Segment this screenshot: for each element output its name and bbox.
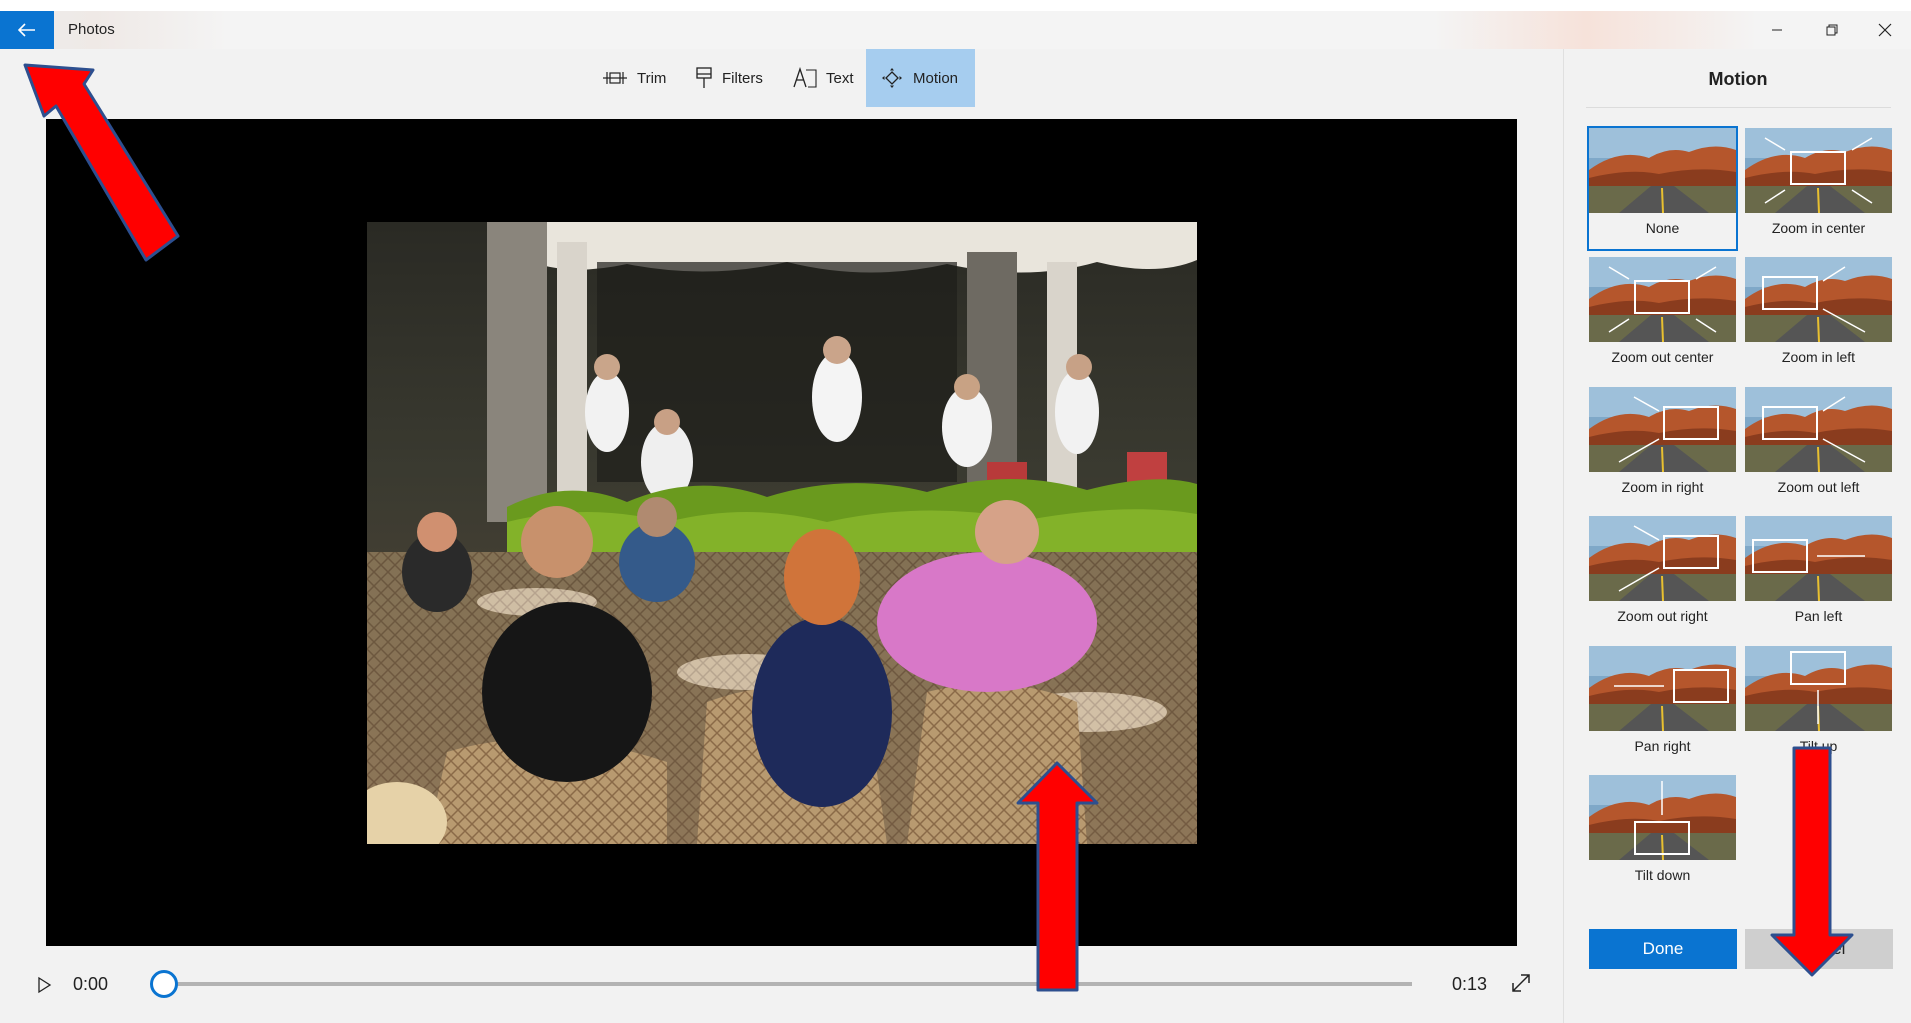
tilt-down-preview-icon — [1589, 775, 1736, 860]
screen-top-strip — [0, 0, 1911, 11]
panel-divider — [1586, 107, 1891, 108]
motion-option-zoom-out-right[interactable]: Zoom out right — [1589, 516, 1736, 637]
video-frame — [367, 222, 1197, 844]
fullscreen-button[interactable] — [1510, 972, 1532, 994]
cancel-button[interactable]: Cancel — [1745, 929, 1893, 969]
current-time: 0:00 — [73, 974, 109, 994]
zoom-out-right-preview-icon — [1589, 516, 1736, 601]
expand-icon — [1512, 974, 1530, 992]
motion-option-label: Zoom in right — [1621, 479, 1704, 495]
motion-option-zoom-out-center[interactable]: Zoom out center — [1589, 257, 1736, 378]
done-button[interactable]: Done — [1589, 929, 1737, 969]
pan-left-preview-icon — [1745, 516, 1892, 601]
motion-thumbnail — [1589, 387, 1736, 472]
text-icon — [793, 67, 817, 88]
motion-thumbnail — [1745, 646, 1892, 731]
filters-tool[interactable]: Filters — [681, 49, 777, 107]
motion-thumbnail — [1589, 775, 1736, 860]
zoom-out-left-preview-icon — [1745, 387, 1892, 472]
filters-icon — [696, 67, 712, 88]
motion-option-label: Zoom out right — [1617, 608, 1708, 624]
motion-option-label: None — [1645, 220, 1680, 236]
motion-option-zoom-in-left[interactable]: Zoom in left — [1745, 257, 1892, 378]
motion-option-zoom-out-left[interactable]: Zoom out left — [1745, 387, 1892, 508]
motion-icon — [882, 68, 902, 88]
text-label: Text — [826, 69, 854, 87]
app-title: Photos — [68, 21, 115, 38]
motion-thumbnail — [1589, 257, 1736, 342]
motion-option-tilt-down[interactable]: Tilt down — [1589, 775, 1736, 896]
motion-thumbnail — [1745, 387, 1892, 472]
motion-thumbnail — [1745, 128, 1892, 213]
motion-option-label: Zoom in center — [1771, 220, 1866, 236]
text-tool[interactable]: Text — [779, 49, 868, 107]
motion-option-label: Tilt up — [1799, 738, 1838, 754]
motion-option-label: Tilt down — [1634, 867, 1691, 883]
panel-title: Motion — [1708, 69, 1768, 89]
tilt-up-preview-icon — [1745, 646, 1892, 731]
trim-tool[interactable]: Trim — [588, 49, 680, 107]
motion-tool[interactable]: Motion — [866, 49, 975, 107]
timeline-track[interactable] — [164, 982, 1412, 986]
motion-option-tilt-up[interactable]: Tilt up — [1745, 646, 1892, 767]
motion-thumbnail — [1589, 646, 1736, 731]
zoom-in-left-preview-icon — [1745, 257, 1892, 342]
motion-option-label: Zoom out center — [1611, 349, 1714, 365]
motion-option-label: Pan right — [1634, 738, 1691, 754]
motion-option-zoom-in-right[interactable]: Zoom in right — [1589, 387, 1736, 508]
motion-option-label: Pan left — [1794, 608, 1843, 624]
motion-thumbnail — [1745, 516, 1892, 601]
play-icon — [38, 976, 52, 994]
motion-thumbnail — [1589, 516, 1736, 601]
timeline-scrubber[interactable] — [150, 970, 178, 998]
minimize-icon — [1771, 29, 1782, 31]
play-button[interactable] — [34, 975, 54, 995]
close-icon — [1878, 23, 1892, 37]
trim-label: Trim — [637, 69, 667, 87]
restore-icon — [1826, 24, 1837, 36]
video-preview[interactable] — [46, 119, 1517, 946]
back-button[interactable] — [0, 11, 54, 49]
motion-option-zoom-in-center[interactable]: Zoom in center — [1745, 128, 1892, 249]
none-preview-icon — [1589, 128, 1736, 213]
editor-toolbar: Trim Filters Text Motion — [0, 49, 1563, 107]
minimize-button[interactable] — [1749, 11, 1804, 49]
filters-label: Filters — [722, 69, 763, 87]
zoom-out-center-preview-icon — [1589, 257, 1736, 342]
pan-right-preview-icon — [1589, 646, 1736, 731]
motion-thumbnail — [1745, 257, 1892, 342]
close-button[interactable] — [1859, 11, 1911, 49]
motion-option-label: Zoom in left — [1781, 349, 1856, 365]
photos-window: Photos Trim Filters Text Motion 0:00 0:1… — [0, 0, 1911, 1023]
motion-option-pan-right[interactable]: Pan right — [1589, 646, 1736, 767]
title-bar: Photos — [0, 11, 1911, 49]
motion-option-pan-left[interactable]: Pan left — [1745, 516, 1892, 637]
cafe-scene-image — [367, 222, 1197, 844]
back-arrow-icon — [18, 23, 35, 37]
motion-option-none[interactable]: None — [1587, 126, 1738, 251]
motion-label: Motion — [913, 69, 959, 87]
playback-bar: 0:00 0:13 — [0, 950, 1563, 1023]
restore-button[interactable] — [1804, 11, 1859, 49]
zoom-in-right-preview-icon — [1589, 387, 1736, 472]
motion-thumbnail — [1589, 128, 1736, 213]
motion-option-label: Zoom out left — [1777, 479, 1860, 495]
zoom-in-center-preview-icon — [1745, 128, 1892, 213]
total-duration: 0:13 — [1452, 974, 1488, 994]
trim-icon — [603, 72, 627, 84]
